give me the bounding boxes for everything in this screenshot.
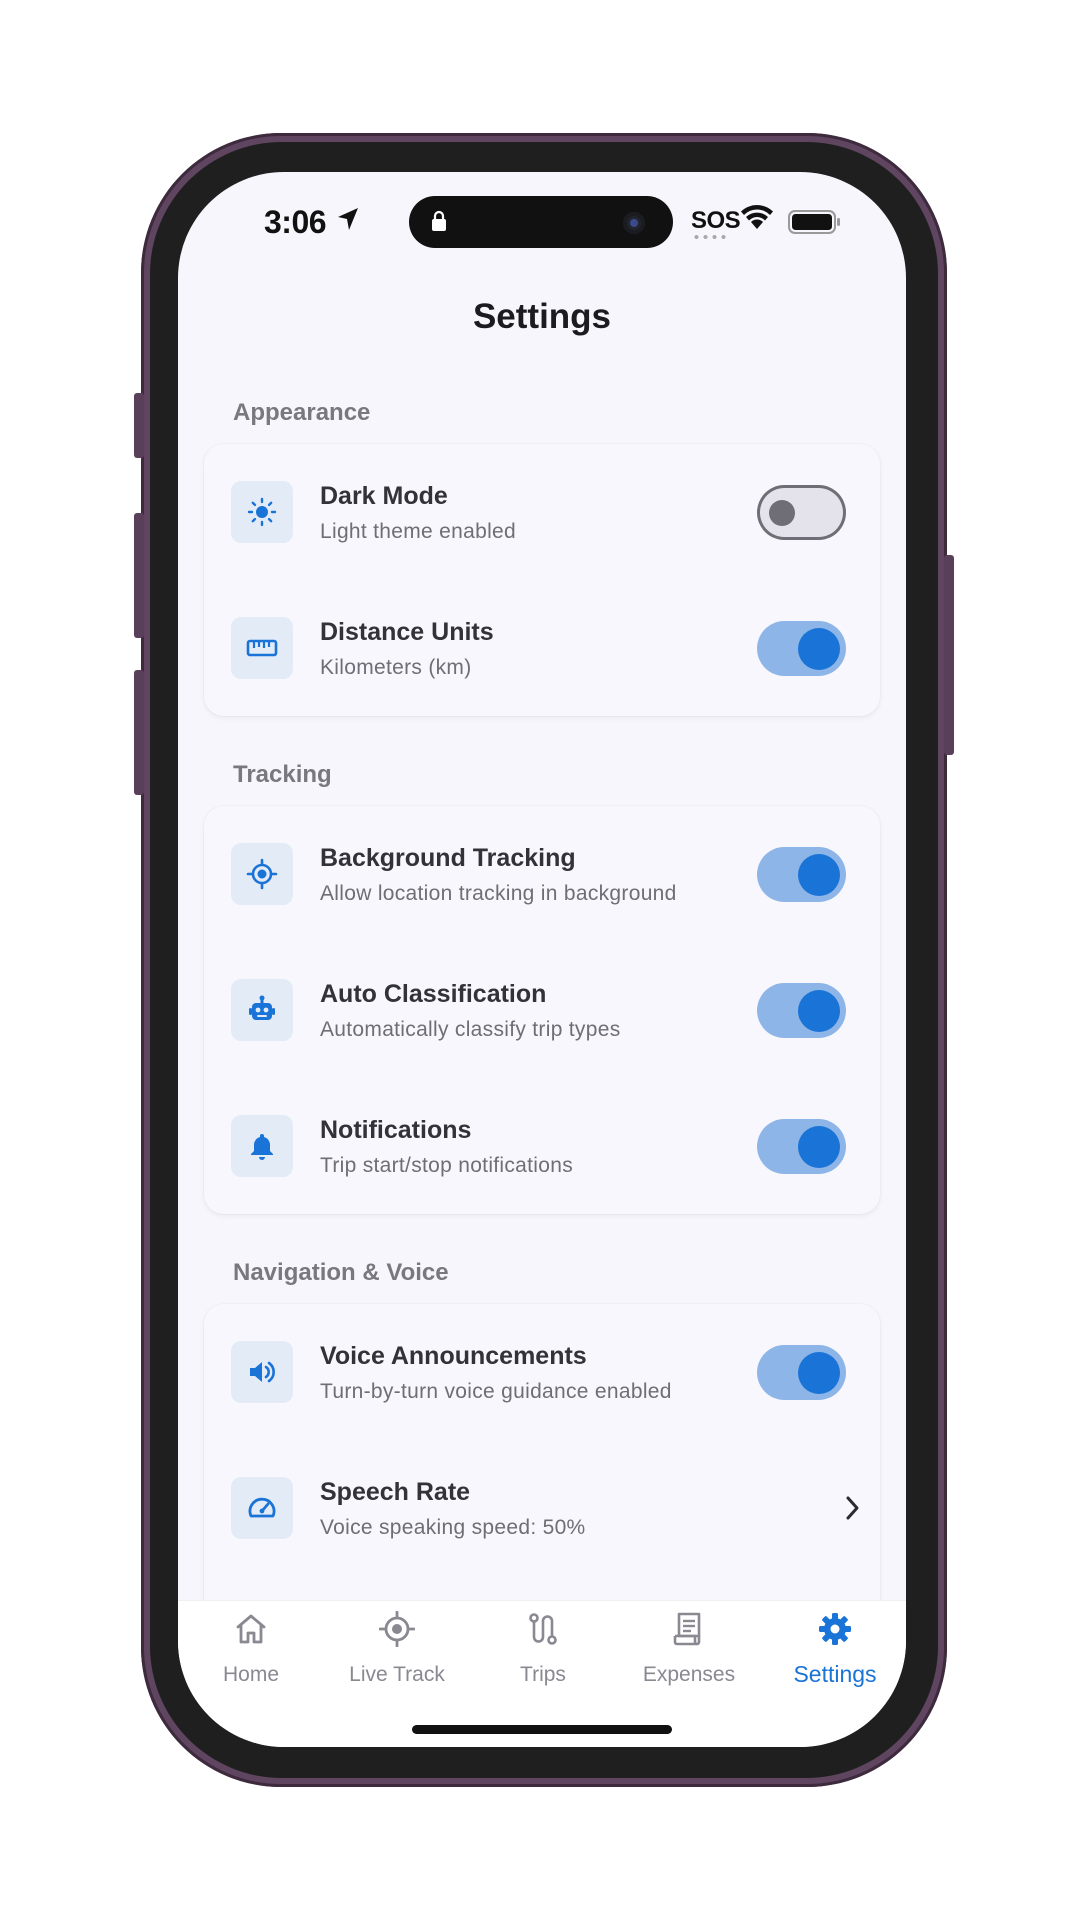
setting-title: Voice Announcements: [320, 1342, 587, 1370]
settings-card-navigation-voice: Voice Announcements Turn-by-turn voice g…: [204, 1304, 880, 1644]
battery-icon: [788, 210, 840, 234]
distance-units-toggle[interactable]: [757, 621, 846, 676]
location-arrow-icon: [338, 208, 358, 230]
home-indicator[interactable]: [412, 1725, 672, 1734]
notifications-toggle[interactable]: [757, 1119, 846, 1174]
tab-label: Live Track: [349, 1663, 445, 1686]
setting-subtitle: Automatically classify trip types: [320, 1018, 621, 1041]
speaker-icon: [231, 1341, 293, 1403]
route-icon: [529, 1613, 557, 1645]
setting-title: Distance Units: [320, 618, 494, 646]
tab-label: Settings: [793, 1661, 877, 1687]
tab-settings[interactable]: Settings: [762, 1601, 906, 1711]
tab-label: Expenses: [642, 1663, 736, 1686]
setting-title: Auto Classification: [320, 980, 547, 1008]
chevron-right-icon: [846, 1496, 859, 1520]
tab-expenses[interactable]: Expenses: [616, 1601, 762, 1711]
side-button: [944, 555, 954, 755]
section-label-tracking: Tracking: [233, 761, 332, 788]
sun-icon: [231, 481, 293, 543]
setting-title: Background Tracking: [320, 844, 576, 872]
auto-classification-toggle[interactable]: [757, 983, 846, 1038]
dynamic-island: [409, 196, 673, 248]
tab-label: Trips: [520, 1663, 566, 1686]
setting-subtitle: Voice speaking speed: 50%: [320, 1516, 586, 1539]
receipt-icon: [673, 1612, 701, 1646]
gps-target-icon: [379, 1611, 415, 1647]
setting-title: Notifications: [320, 1116, 472, 1144]
tab-live-track[interactable]: Live Track: [324, 1601, 470, 1711]
bell-icon: [231, 1115, 293, 1177]
section-label-appearance: Appearance: [233, 399, 371, 426]
page-title: Settings: [472, 297, 612, 336]
setting-title: Speech Rate: [320, 1478, 471, 1506]
status-time: 3:06: [264, 204, 327, 240]
gps-target-icon: [231, 843, 293, 905]
robot-icon: [231, 979, 293, 1041]
setting-subtitle: Light theme enabled: [320, 520, 517, 543]
action-button: [134, 393, 144, 458]
carrier-label: SOS: [691, 207, 741, 234]
setting-row-distance-units[interactable]: Distance Units Kilometers (km): [204, 580, 880, 716]
screen: 3:06 SOS Settings Appearance Dark Mode L…: [178, 172, 906, 1747]
background-tracking-toggle[interactable]: [757, 847, 846, 902]
lock-icon: [432, 210, 446, 231]
setting-row-speech-rate[interactable]: Speech Rate Voice speaking speed: 50%: [204, 1440, 880, 1576]
volume-down-button: [134, 670, 144, 795]
setting-row-voice-announcements[interactable]: Voice Announcements Turn-by-turn voice g…: [204, 1304, 880, 1440]
setting-row-notifications[interactable]: Notifications Trip start/stop notificati…: [204, 1078, 880, 1214]
setting-row-dark-mode[interactable]: Dark Mode Light theme enabled: [204, 444, 880, 580]
setting-subtitle: Allow location tracking in background: [320, 882, 677, 905]
setting-subtitle: Kilometers (km): [320, 656, 472, 679]
speedometer-icon: [231, 1477, 293, 1539]
status-bar: 3:06 SOS: [178, 172, 906, 282]
volume-up-button: [134, 513, 144, 638]
wifi-icon: [741, 205, 773, 229]
settings-card-appearance: Dark Mode Light theme enabled Distance U…: [204, 444, 880, 716]
setting-row-background-tracking[interactable]: Background Tracking Allow location track…: [204, 806, 880, 942]
settings-card-tracking: Background Tracking Allow location track…: [204, 806, 880, 1214]
dark-mode-toggle[interactable]: [757, 485, 846, 540]
setting-subtitle: Trip start/stop notifications: [320, 1154, 574, 1177]
ruler-icon: [231, 617, 293, 679]
section-label-navigation-voice: Navigation & Voice: [233, 1259, 449, 1286]
gear-icon: [819, 1613, 851, 1645]
voice-announcements-toggle[interactable]: [757, 1345, 846, 1400]
home-icon: [236, 1614, 266, 1644]
setting-row-auto-classification[interactable]: Auto Classification Automatically classi…: [204, 942, 880, 1078]
tab-home[interactable]: Home: [178, 1601, 324, 1711]
tab-label: Home: [222, 1663, 280, 1686]
tab-trips[interactable]: Trips: [470, 1601, 616, 1711]
signal-dots-icon: [692, 235, 730, 239]
setting-subtitle: Turn-by-turn voice guidance enabled: [320, 1380, 672, 1403]
setting-title: Dark Mode: [320, 482, 448, 510]
camera-icon: [623, 212, 645, 234]
